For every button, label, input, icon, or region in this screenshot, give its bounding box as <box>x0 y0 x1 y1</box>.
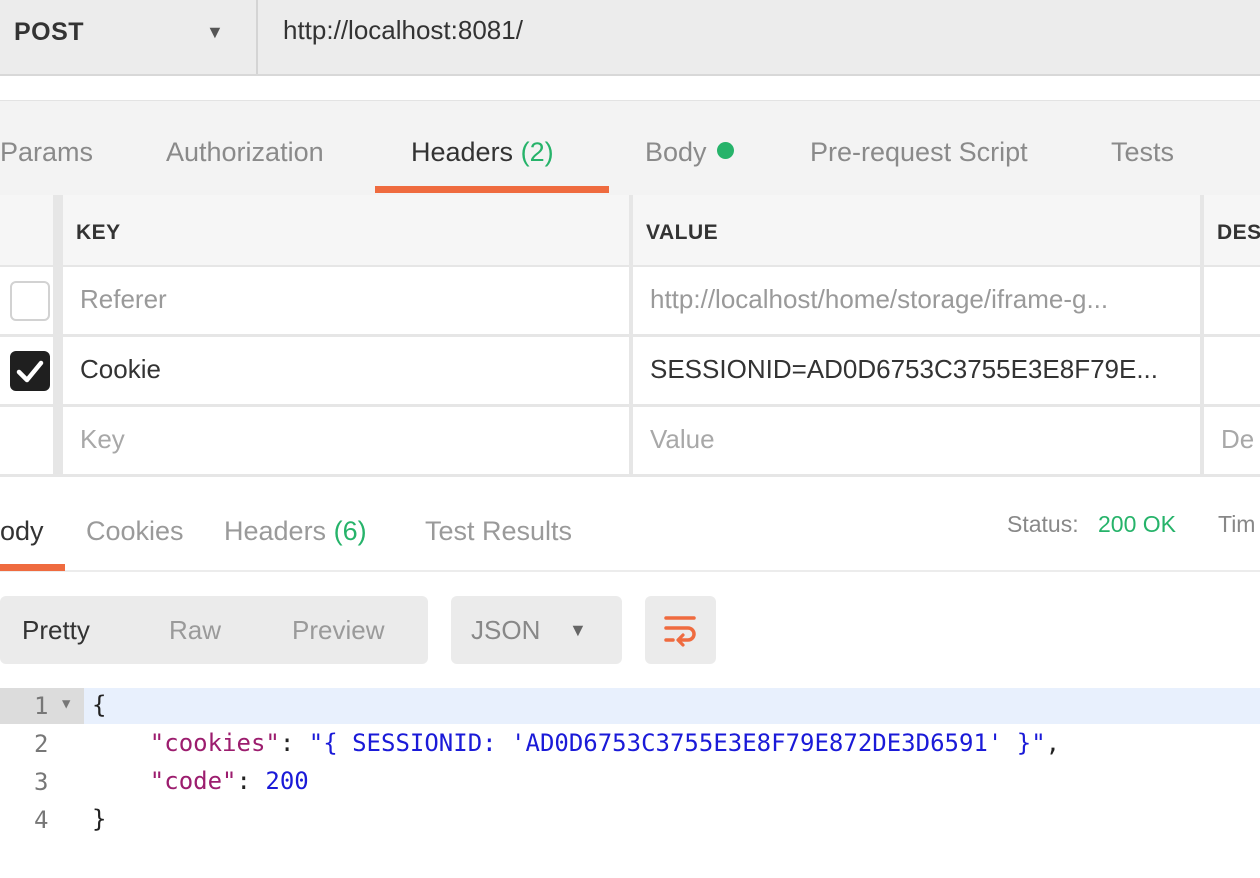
line-number: 3 <box>34 768 49 796</box>
line-gutter: 2 <box>0 726 84 762</box>
new-key-input[interactable]: Key <box>63 407 629 474</box>
status-badge: 200 OK <box>1098 511 1176 537</box>
column-value-label: VALUE <box>646 221 719 244</box>
fold-caret-icon[interactable]: ▼ <box>62 696 70 712</box>
json-key: "cookies" <box>149 729 280 757</box>
url-input[interactable]: http://localhost:8081/ <box>283 15 523 46</box>
tab-authorization[interactable]: Authorization <box>166 137 324 168</box>
headers-table: KEY VALUE DES Referer http://localhost/h… <box>0 195 1260 477</box>
view-mode-segmented: Pretty Raw Preview <box>0 596 428 664</box>
format-label: JSON <box>471 615 541 645</box>
tab-headers-label: Headers <box>411 137 514 167</box>
code-text: "cookies": "{ SESSIONID: 'AD0D6753C3755E… <box>92 729 1060 757</box>
column-header-description: DES <box>1204 195 1260 265</box>
key-placeholder: Key <box>80 424 125 454</box>
json-separator: : <box>236 767 266 795</box>
chevron-down-icon: ▼ <box>206 22 224 42</box>
request-tabs: Params Authorization Headers (2) Body Pr… <box>0 100 1260 196</box>
header-key-cell[interactable]: Referer <box>63 267 629 334</box>
header-key: Referer <box>80 284 167 314</box>
new-value-input[interactable]: Value <box>633 407 1200 474</box>
code-text: { <box>92 691 107 719</box>
row-checkbox-cell <box>0 407 53 474</box>
wrap-lines-icon <box>664 616 696 647</box>
response-tab-body[interactable]: ody <box>0 516 44 547</box>
response-tab-headers[interactable]: Headers (6) <box>224 516 367 547</box>
status-label: Status: <box>1007 511 1079 537</box>
line-number: 1 <box>34 692 49 720</box>
json-separator: : <box>279 729 309 757</box>
header-key: Cookie <box>80 354 161 384</box>
json-string-value: "{ SESSIONID: 'AD0D6753C3755E3E8F79E872D… <box>308 729 1046 757</box>
response-body-code[interactable]: 1 ▼ { 2 "cookies": "{ SESSIONID: 'AD0D67… <box>0 688 1260 838</box>
method-select[interactable]: POST ▼ <box>0 0 258 74</box>
tab-headers-count: (2) <box>520 137 554 167</box>
json-comma: , <box>1045 729 1061 757</box>
row-checkbox-checked[interactable] <box>10 351 50 391</box>
response-tab-headers-label: Headers <box>224 516 327 546</box>
line-number: 4 <box>34 806 49 834</box>
checkmark-icon <box>16 360 44 383</box>
tab-prerequest-script[interactable]: Pre-request Script <box>810 137 1028 168</box>
active-tab-underline <box>375 186 609 193</box>
wrap-lines-button[interactable] <box>645 596 716 664</box>
preview-button[interactable]: Preview <box>292 615 384 646</box>
column-key-label: KEY <box>76 221 121 244</box>
pretty-button[interactable]: Pretty <box>22 615 90 646</box>
row-checkbox[interactable] <box>10 281 50 321</box>
response-tab-headers-count: (6) <box>333 516 367 546</box>
code-line: 1 ▼ { <box>0 688 1260 724</box>
code-line: 4 } <box>0 802 1260 838</box>
url-bar: POST ▼ http://localhost:8081/ <box>0 0 1260 76</box>
response-tab-cookies[interactable]: Cookies <box>86 516 184 547</box>
column-header-key: KEY <box>63 195 629 265</box>
tab-params[interactable]: Params <box>0 137 93 168</box>
code-line: 2 "cookies": "{ SESSIONID: 'AD0D6753C375… <box>0 726 1260 762</box>
code-text: } <box>92 805 107 833</box>
json-key: "code" <box>149 767 237 795</box>
tab-headers[interactable]: Headers (2) <box>411 137 554 168</box>
body-indicator-dot <box>716 142 734 159</box>
tab-body[interactable]: Body <box>645 137 734 168</box>
row-checkbox-cell <box>0 337 53 404</box>
header-value: http://localhost/home/storage/iframe-g..… <box>650 284 1109 314</box>
value-placeholder: Value <box>650 424 715 454</box>
line-number: 2 <box>34 730 49 758</box>
column-header-value: VALUE <box>633 195 1200 265</box>
line-gutter: 4 <box>0 802 84 838</box>
line-gutter: 1 ▼ <box>0 688 84 724</box>
header-description-cell[interactable] <box>1204 337 1260 404</box>
header-checkbox-col <box>0 195 53 265</box>
header-value-cell[interactable]: http://localhost/home/storage/iframe-g..… <box>633 267 1200 334</box>
description-placeholder: De <box>1221 424 1255 454</box>
header-value: SESSIONID=AD0D6753C3755E3E8F79E... <box>650 354 1159 384</box>
new-description-input[interactable]: De <box>1204 407 1260 474</box>
spacer <box>0 76 1260 100</box>
response-tabs: ody Cookies Headers (6) Test Results Sta… <box>0 478 1260 572</box>
time-label: Tim <box>1218 511 1256 537</box>
response-tab-test-results[interactable]: Test Results <box>425 516 572 547</box>
code-text: "code": 200 <box>92 767 309 795</box>
json-number-value: 200 <box>265 767 309 795</box>
header-description-cell[interactable] <box>1204 267 1260 334</box>
tab-body-label: Body <box>645 137 707 167</box>
row-checkbox-cell <box>0 267 53 334</box>
tab-tests[interactable]: Tests <box>1111 137 1174 168</box>
column-description-label: DES <box>1217 221 1260 244</box>
header-key-cell[interactable]: Cookie <box>63 337 629 404</box>
line-gutter: 3 <box>0 764 84 800</box>
raw-button[interactable]: Raw <box>169 615 221 646</box>
chevron-down-icon: ▼ <box>569 620 587 640</box>
method-label: POST <box>14 18 85 46</box>
active-response-tab-underline <box>0 564 65 571</box>
format-select[interactable]: JSON ▼ <box>451 596 622 664</box>
header-value-cell[interactable]: SESSIONID=AD0D6753C3755E3E8F79E... <box>633 337 1200 404</box>
code-line: 3 "code": 200 <box>0 764 1260 800</box>
